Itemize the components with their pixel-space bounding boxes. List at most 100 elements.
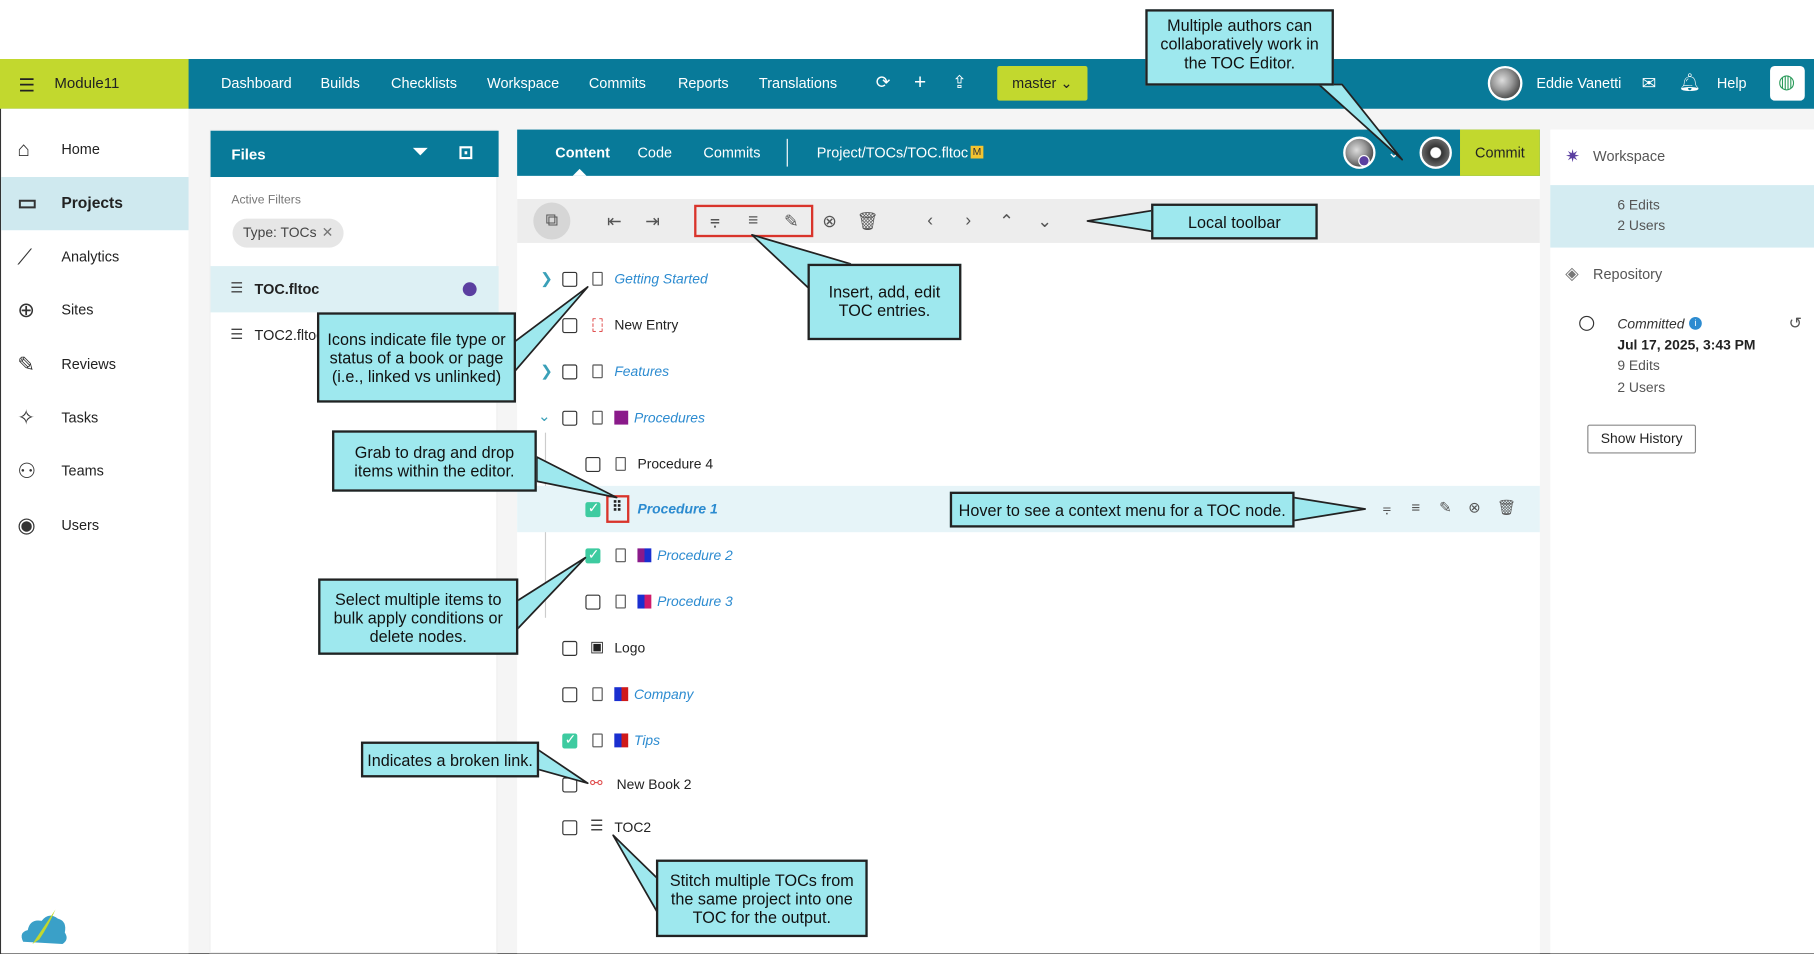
trash-icon[interactable]: 🗑︎ xyxy=(1497,499,1516,518)
toc-entry-label[interactable]: New Book 2 xyxy=(617,776,692,792)
toc-entry-label[interactable]: Features xyxy=(614,363,669,379)
sidebar-item-tasks[interactable]: ✧ Tasks xyxy=(1,392,188,445)
toc-row[interactable]: Procedure 2 xyxy=(517,532,1540,578)
nav-reports[interactable]: Reports xyxy=(678,75,729,91)
row-checkbox[interactable] xyxy=(562,410,578,426)
row-checkbox[interactable] xyxy=(585,594,601,610)
sidebar-item-reviews[interactable]: ✎ Reviews xyxy=(1,339,188,392)
own-avatar[interactable] xyxy=(1419,136,1452,169)
toc-entry-label[interactable]: Company xyxy=(634,686,693,702)
nav-dashboard[interactable]: Dashboard xyxy=(221,75,292,91)
toc-row[interactable]: Tips xyxy=(517,717,1540,763)
toc-entry-label[interactable]: Procedure 4 xyxy=(637,456,713,472)
toc-entry-label[interactable]: Getting Started xyxy=(614,271,707,287)
indent-icon[interactable]: ⇥ xyxy=(641,211,664,232)
filter-icon[interactable]: ⏷ xyxy=(413,142,428,163)
nav-workspace[interactable]: Workspace xyxy=(487,75,559,91)
add-entry-icon[interactable]: ≡ xyxy=(1411,499,1420,516)
hamburger-menu-icon[interactable]: ☰ xyxy=(19,74,36,97)
row-checkbox[interactable] xyxy=(562,777,578,793)
row-checkbox[interactable] xyxy=(562,271,578,287)
toc-row[interactable]: Procedure 4 xyxy=(517,441,1540,487)
outdent-icon[interactable]: ⇤ xyxy=(603,211,626,232)
plus-icon[interactable]: + xyxy=(914,71,926,95)
toc-row[interactable]: Procedure 3 xyxy=(517,578,1540,624)
history-icon[interactable]: ↺ xyxy=(1789,314,1803,334)
move-down-icon[interactable]: ⌄ xyxy=(1033,211,1056,232)
chevron-right-icon[interactable]: ❯ xyxy=(540,270,553,289)
row-checkbox[interactable] xyxy=(585,456,601,473)
tab-content[interactable]: Content xyxy=(555,145,610,161)
filter-chip[interactable]: Type: TOCs ✕ xyxy=(232,218,344,248)
chevron-down-icon[interactable]: ⌄ xyxy=(538,407,551,426)
mail-icon[interactable]: ✉ xyxy=(1642,73,1657,94)
nav-commits[interactable]: Commits xyxy=(589,75,646,91)
toc-row[interactable]: ⚯ New Book 2 xyxy=(517,761,1540,807)
show-history-button[interactable]: Show History xyxy=(1587,424,1697,454)
refresh-icon[interactable]: ⟳ xyxy=(876,72,891,93)
conditions-icon[interactable]: ⊗ xyxy=(1468,499,1481,518)
conditions-icon[interactable]: ⊗ xyxy=(818,211,841,232)
toc-row[interactable]: ▣ Logo xyxy=(517,625,1540,671)
tab-commits[interactable]: Commits xyxy=(703,145,760,161)
nav-checklists[interactable]: Checklists xyxy=(391,75,457,91)
workspace-summary[interactable]: 6 Edits 2 Users xyxy=(1550,185,1814,248)
branch-selector[interactable]: master ⌄ xyxy=(997,65,1088,101)
select-all-icon[interactable]: ⧉ xyxy=(540,211,563,231)
toc-entry-label[interactable]: TOC2 xyxy=(614,819,651,835)
edit-entry-icon[interactable]: ✎ xyxy=(1439,499,1452,518)
tab-code[interactable]: Code xyxy=(637,145,672,161)
move-up-icon[interactable]: ⌃ xyxy=(995,211,1018,232)
toc-row[interactable]: ☰ TOC2 xyxy=(517,804,1540,850)
upload-icon[interactable]: ⇪ xyxy=(952,72,967,93)
toc-entry-label[interactable]: Procedures xyxy=(634,410,705,426)
trash-icon[interactable]: 🗑︎ xyxy=(856,211,879,232)
help-link[interactable]: Help xyxy=(1717,75,1747,91)
toc-row[interactable]: New Entry xyxy=(517,302,1540,348)
local-toolbar: ⧉ ⇤ ⇥ ⩦ ≡ ✎ ⊗ 🗑︎ ‹ › ⌃ ⌄ xyxy=(517,198,1540,243)
move-right-icon[interactable]: › xyxy=(957,211,980,231)
toc-row[interactable]: ⌄ Procedures xyxy=(517,395,1540,441)
info-icon[interactable]: i xyxy=(1689,316,1702,330)
module-name: Module11 xyxy=(54,74,120,92)
add-file-icon[interactable]: ⊡ xyxy=(458,141,474,164)
row-checkbox[interactable] xyxy=(585,546,601,564)
toc-row[interactable]: ❯ Getting Started xyxy=(517,256,1540,302)
user-avatar[interactable] xyxy=(1487,65,1523,101)
commit-button[interactable]: Commit xyxy=(1460,129,1540,176)
row-checkbox[interactable] xyxy=(585,500,601,518)
toc-entry-label[interactable]: Procedure 2 xyxy=(657,547,733,563)
toc-row[interactable]: ❯ Features xyxy=(517,348,1540,394)
file-item-toc[interactable]: ☰ TOC.fltoc xyxy=(210,266,499,313)
insert-entry-icon[interactable]: ⩦ xyxy=(1382,499,1391,518)
sidebar-item-users[interactable]: ◉ Users xyxy=(1,500,188,553)
toc-entry-label[interactable]: New Entry xyxy=(614,317,678,333)
row-checkbox[interactable] xyxy=(562,687,578,703)
chevron-down-icon[interactable]: ⌄ xyxy=(1387,142,1401,162)
row-checkbox[interactable] xyxy=(562,731,578,749)
row-checkbox[interactable] xyxy=(562,364,578,380)
chevron-down-icon: ⌄ xyxy=(1060,75,1073,92)
toc-entry-label[interactable]: Procedure 3 xyxy=(657,593,733,609)
close-icon[interactable]: ✕ xyxy=(322,219,334,248)
bell-icon[interactable]: 🔔︎ xyxy=(1679,72,1701,93)
nav-builds[interactable]: Builds xyxy=(320,75,359,91)
nav-translations[interactable]: Translations xyxy=(759,75,837,91)
sidebar-label: Analytics xyxy=(61,248,120,265)
row-checkbox[interactable] xyxy=(562,640,578,656)
sidebar-item-home[interactable]: ⌂ Home xyxy=(1,124,188,177)
chevron-right-icon[interactable]: ❯ xyxy=(540,362,553,381)
sidebar-item-teams[interactable]: ⚇ Teams xyxy=(1,445,188,498)
row-checkbox[interactable] xyxy=(562,820,578,836)
move-left-icon[interactable]: ‹ xyxy=(919,211,942,231)
toc-entry-label[interactable]: Logo xyxy=(614,640,645,656)
brand-area[interactable]: ☰ Module11 xyxy=(0,59,189,109)
sidebar-item-projects[interactable]: ▭ Projects xyxy=(1,177,189,231)
toc-entry-label[interactable]: Procedure 1 xyxy=(637,501,717,517)
sidebar-item-analytics[interactable]: ⟋ Analytics xyxy=(1,231,188,284)
row-checkbox[interactable] xyxy=(562,318,578,334)
toc-entry-label[interactable]: Tips xyxy=(634,732,660,748)
user-name[interactable]: Eddie Vanetti xyxy=(1536,75,1621,91)
toc-row[interactable]: Company xyxy=(517,671,1540,717)
sidebar-item-sites[interactable]: ⊕ Sites xyxy=(1,285,188,338)
